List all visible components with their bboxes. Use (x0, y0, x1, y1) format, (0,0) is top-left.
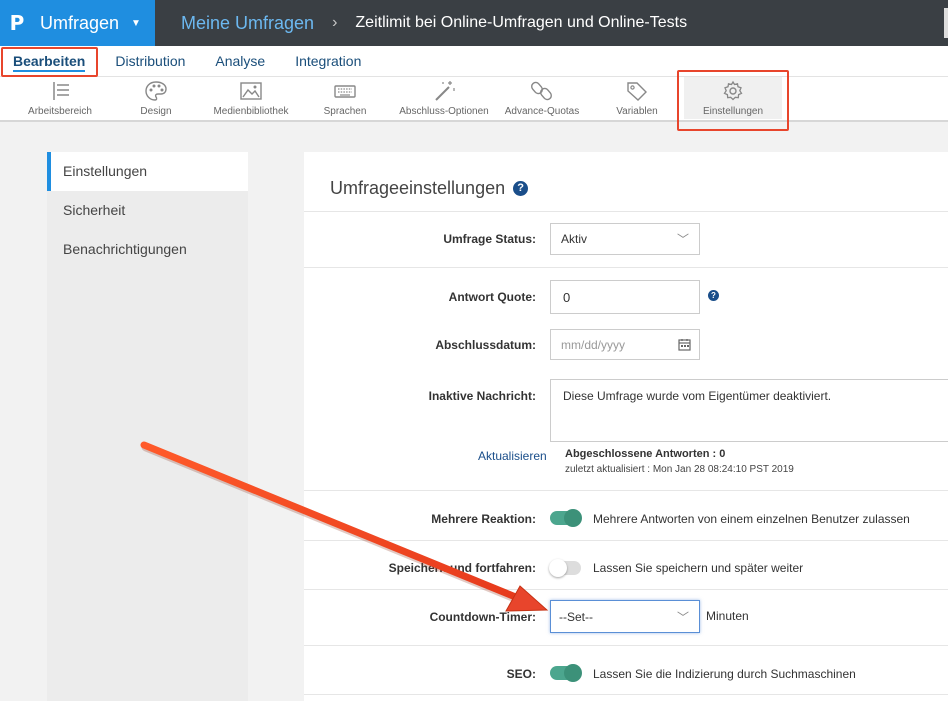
divider (304, 490, 948, 491)
logo: P (9, 11, 25, 35)
status-select[interactable]: Aktiv ﹀ (550, 223, 700, 255)
multi-label: Mehrere Reaktion: (431, 512, 536, 526)
tool-label: Design (140, 106, 172, 117)
countdown-select[interactable]: --Set-- ﹀ (550, 600, 700, 633)
date-input[interactable]: mm/dd/yyyy (550, 329, 700, 360)
countdown-unit: Minuten (706, 609, 749, 623)
last-updated: zuletzt aktualisiert : Mon Jan 28 08:24:… (565, 464, 794, 475)
divider (304, 540, 948, 541)
inactive-message-value: Diese Umfrage wurde vom Eigentümer deakt… (563, 389, 832, 403)
toolbar: Arbeitsbereich Design Medienbibliothek S… (0, 77, 948, 122)
toggle-knob (549, 559, 567, 577)
top-bar: P Umfragen ▼ Meine Umfragen › Zeitlimit … (0, 0, 948, 46)
panel-header: Umfrageeinstellungen ? (330, 178, 529, 199)
settings-panel: Umfrageeinstellungen ? Umfrage Status: A… (304, 152, 948, 701)
inactive-label: Inaktive Nachricht: (428, 389, 536, 403)
date-placeholder: mm/dd/yyyy (561, 338, 626, 352)
tag-icon (627, 82, 647, 101)
highlight-einstellungen (677, 70, 789, 131)
tab-integration[interactable]: Integration (295, 53, 361, 69)
inactive-message-textarea[interactable]: Diese Umfrage wurde vom Eigentümer deakt… (550, 379, 948, 442)
chevron-down-icon: ﹀ (676, 610, 689, 624)
sidebar-item-benachrichtigungen[interactable]: Benachrichtigungen (47, 230, 248, 269)
image-icon (240, 82, 262, 100)
status-value: Aktiv (561, 232, 588, 246)
divider (304, 645, 948, 646)
breadcrumb-my-surveys[interactable]: Meine Umfragen (181, 13, 314, 34)
tool-advance-quotas[interactable]: Advance-Quotas (502, 79, 582, 117)
chevron-down-icon: ﹀ (676, 232, 689, 247)
tool-variablen[interactable]: Variablen (610, 79, 664, 117)
tool-design[interactable]: Design (130, 79, 182, 117)
tool-medienbibliothek[interactable]: Medienbibliothek (206, 79, 296, 117)
tool-arbeitsbereich[interactable]: Arbeitsbereich (22, 79, 98, 117)
quote-input[interactable]: 0 (550, 280, 700, 314)
save-label: Speichern und fortfahren: (388, 561, 536, 575)
app-name: Umfragen (40, 12, 120, 33)
seo-label: SEO: (506, 667, 536, 681)
date-label: Abschlussdatum: (435, 338, 536, 352)
tool-sprachen[interactable]: Sprachen (318, 79, 372, 117)
caret-down-icon: ▼ (131, 17, 141, 29)
quote-help-icon[interactable]: ? (708, 290, 719, 301)
settings-sidebar: Einstellungen Sicherheit Benachrichtigun… (47, 152, 248, 701)
survey-title: Zeitlimit bei Online-Umfragen und Online… (355, 14, 688, 31)
tool-label: Arbeitsbereich (28, 106, 92, 117)
toggle-knob (564, 664, 582, 682)
save-continue-toggle[interactable] (549, 559, 581, 577)
seo-toggle[interactable] (550, 664, 582, 682)
calendar-icon[interactable] (678, 338, 691, 351)
sidebar-item-sicherheit[interactable]: Sicherheit (47, 191, 248, 230)
help-icon[interactable]: ? (513, 181, 529, 196)
highlight-bearbeiten (1, 47, 98, 77)
completed-responses: Abgeschlossene Antworten : 0 (565, 448, 726, 460)
countdown-value: --Set-- (559, 610, 593, 624)
main-tabs: Bearbeiten Distribution Analyse Integrat… (0, 46, 948, 77)
divider (304, 211, 948, 212)
countdown-label: Countdown-Timer: (429, 610, 536, 624)
tab-distribution[interactable]: Distribution (115, 53, 185, 69)
multi-text: Mehrere Antworten von einem einzelnen Be… (593, 512, 910, 526)
link-icon (531, 81, 552, 101)
tool-label: Abschluss-Optionen (399, 106, 489, 117)
sidebar-item-einstellungen[interactable]: Einstellungen (47, 152, 248, 191)
magic-wand-icon (435, 81, 455, 101)
page-title: Umfrageeinstellungen (330, 178, 506, 198)
divider (304, 267, 948, 268)
keyboard-icon (334, 85, 356, 98)
tool-label: Sprachen (323, 106, 367, 117)
scroll-edge (944, 8, 948, 38)
toggle-knob (564, 509, 582, 527)
multi-response-toggle[interactable] (550, 509, 582, 527)
tool-abschluss-optionen[interactable]: Abschluss-Optionen (394, 79, 494, 117)
divider (304, 694, 948, 695)
status-label: Umfrage Status: (443, 232, 536, 246)
chevron-right-icon: › (332, 14, 338, 31)
tool-label: Advance-Quotas (504, 106, 580, 117)
tab-analyse[interactable]: Analyse (215, 53, 265, 69)
seo-text: Lassen Sie die Indizierung durch Suchmas… (593, 667, 856, 681)
tool-label: Medienbibliothek (213, 106, 289, 117)
palette-icon (145, 81, 167, 101)
refresh-link[interactable]: Aktualisieren (478, 449, 547, 463)
list-icon (53, 82, 69, 100)
tool-label: Variablen (616, 106, 658, 117)
divider (304, 589, 948, 590)
quote-label: Antwort Quote: (448, 290, 536, 304)
app-switcher[interactable]: P Umfragen ▼ (0, 0, 155, 46)
quote-value: 0 (563, 290, 571, 305)
save-text: Lassen Sie speichern und später weiter (593, 561, 804, 575)
